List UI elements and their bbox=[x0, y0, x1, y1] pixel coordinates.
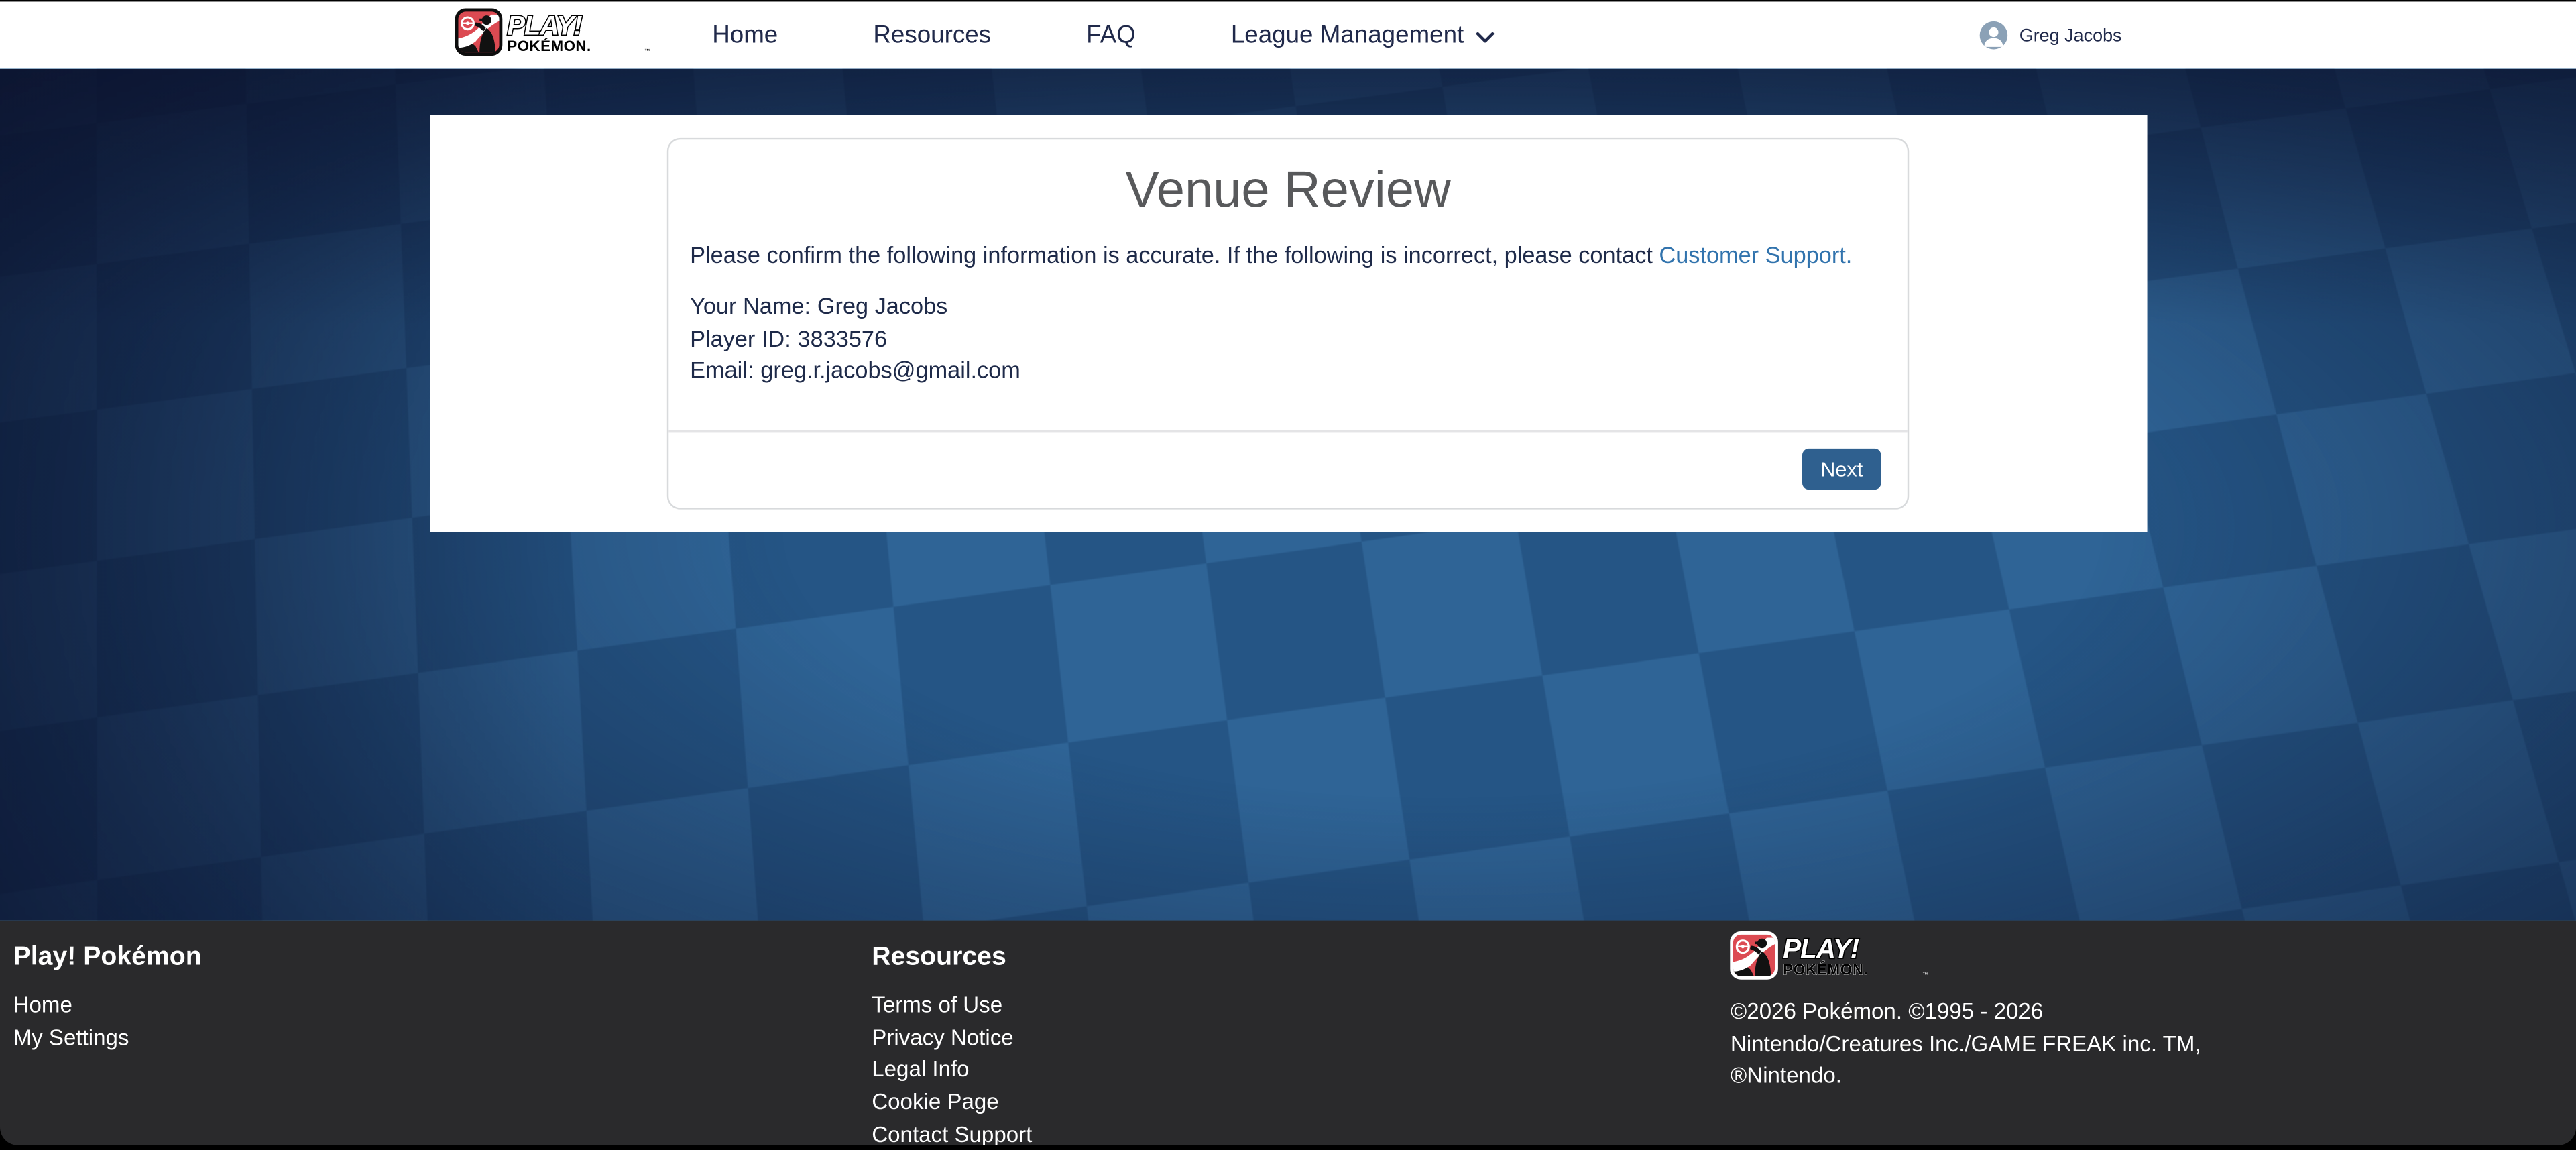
footer-logo-pokemon-text: POKÉMON. bbox=[1783, 961, 1869, 978]
nav-link-league-management[interactable]: League Management bbox=[1231, 21, 1495, 50]
footer-link-home[interactable]: Home bbox=[13, 989, 845, 1021]
top-navbar: PLAY! POKÉMON. ™ Home Resources FAQ Leag… bbox=[0, 0, 2576, 69]
footer-link-my-settings[interactable]: My Settings bbox=[13, 1021, 845, 1053]
logo-pokemon-text: POKÉMON. bbox=[506, 37, 590, 54]
footer-link-terms-of-use[interactable]: Terms of Use bbox=[872, 989, 1704, 1021]
player-email-row: Email:greg.r.jacobs@gmail.com bbox=[690, 355, 1886, 388]
player-email-value: greg.r.jacobs@gmail.com bbox=[760, 357, 1020, 384]
footer-column-legal: PLAY! POKÉMON. ™ ©2026 Pokémon. ©1995 - … bbox=[1717, 920, 2576, 1145]
logo-tm-text: ™ bbox=[644, 47, 649, 53]
browser-window: PLAY! POKÉMON. ™ Home Resources FAQ Leag… bbox=[0, 0, 2576, 1145]
footer-link-privacy-notice[interactable]: Privacy Notice bbox=[872, 1021, 1704, 1053]
player-name-label: Your Name: bbox=[690, 292, 811, 319]
navbar-container: PLAY! POKÉMON. ™ Home Resources FAQ Leag… bbox=[430, 1, 2147, 68]
card-actions: Next bbox=[668, 430, 1908, 508]
player-id-label: Player ID: bbox=[690, 325, 791, 351]
footer-link-contact-support[interactable]: Contact Support bbox=[872, 1118, 1704, 1145]
nav-link-home[interactable]: Home bbox=[712, 21, 778, 50]
play-pokemon-logo-icon: PLAY! POKÉMON. ™ bbox=[455, 7, 652, 55]
logo-play-text: PLAY! bbox=[506, 10, 581, 40]
player-id-value: 3833576 bbox=[798, 325, 888, 351]
copyright-line-3: ®Nintendo. bbox=[1731, 1060, 2223, 1092]
chevron-down-icon bbox=[1475, 30, 1495, 44]
nav-link-league-management-label: League Management bbox=[1231, 21, 1464, 50]
page-footer: Play! Pokémon Home My Settings Resources… bbox=[0, 920, 2576, 1145]
copyright-line-2: Nintendo/Creatures Inc./GAME FREAK inc. … bbox=[1731, 1028, 2223, 1060]
player-name-value: Greg Jacobs bbox=[817, 292, 947, 319]
copyright-text: ©2026 Pokémon. ©1995 - 2026 Nintendo/Cre… bbox=[1731, 996, 2223, 1092]
play-pokemon-logo[interactable]: PLAY! POKÉMON. ™ bbox=[455, 7, 652, 63]
footer-heading-resources: Resources bbox=[872, 941, 1704, 973]
footer-column-resources: Resources Terms of Use Privacy Notice Le… bbox=[859, 920, 1718, 1145]
nav-link-resources[interactable]: Resources bbox=[873, 21, 991, 50]
footer-column-play-pokemon: Play! Pokémon Home My Settings bbox=[0, 920, 859, 1145]
confirm-instructions: Please confirm the following information… bbox=[690, 238, 1886, 271]
content-panel: Venue Review Please confirm the followin… bbox=[430, 115, 2147, 533]
player-name-row: Your Name:Greg Jacobs bbox=[690, 291, 1886, 323]
player-email-label: Email: bbox=[690, 357, 754, 384]
footer-heading-play-pokemon: Play! Pokémon bbox=[13, 941, 845, 973]
page: PLAY! POKÉMON. ™ Home Resources FAQ Leag… bbox=[0, 0, 2576, 1150]
user-menu[interactable]: Greg Jacobs bbox=[1980, 21, 2122, 50]
player-id-row: Player ID: 3833576 bbox=[690, 323, 1886, 355]
footer-play-pokemon-logo: PLAY! POKÉMON. ™ bbox=[1731, 928, 1931, 982]
footer-logo-play-text: PLAY! bbox=[1783, 933, 1860, 964]
user-name: Greg Jacobs bbox=[2019, 25, 2122, 45]
nav-link-faq[interactable]: FAQ bbox=[1086, 21, 1136, 50]
venue-review-card: Venue Review Please confirm the followin… bbox=[667, 138, 1909, 510]
confirm-instructions-text: Please confirm the following information… bbox=[690, 241, 1659, 268]
copyright-line-1: ©2026 Pokémon. ©1995 - 2026 bbox=[1731, 996, 2223, 1028]
page-title: Venue Review bbox=[668, 160, 1908, 221]
footer-logo-tm-text: ™ bbox=[1923, 971, 1928, 978]
footer-link-legal-info[interactable]: Legal Info bbox=[872, 1054, 1704, 1086]
footer-link-cookie-page[interactable]: Cookie Page bbox=[872, 1086, 1704, 1118]
user-avatar-icon bbox=[1980, 21, 2008, 50]
player-info: Your Name:Greg Jacobs Player ID:3833576 … bbox=[690, 291, 1886, 388]
next-button[interactable]: Next bbox=[1802, 449, 1881, 490]
customer-support-link[interactable]: Customer Support. bbox=[1659, 241, 1852, 268]
main-content: Venue Review Please confirm the followin… bbox=[0, 69, 2576, 920]
main-nav: Home Resources FAQ League Management bbox=[712, 21, 1495, 50]
